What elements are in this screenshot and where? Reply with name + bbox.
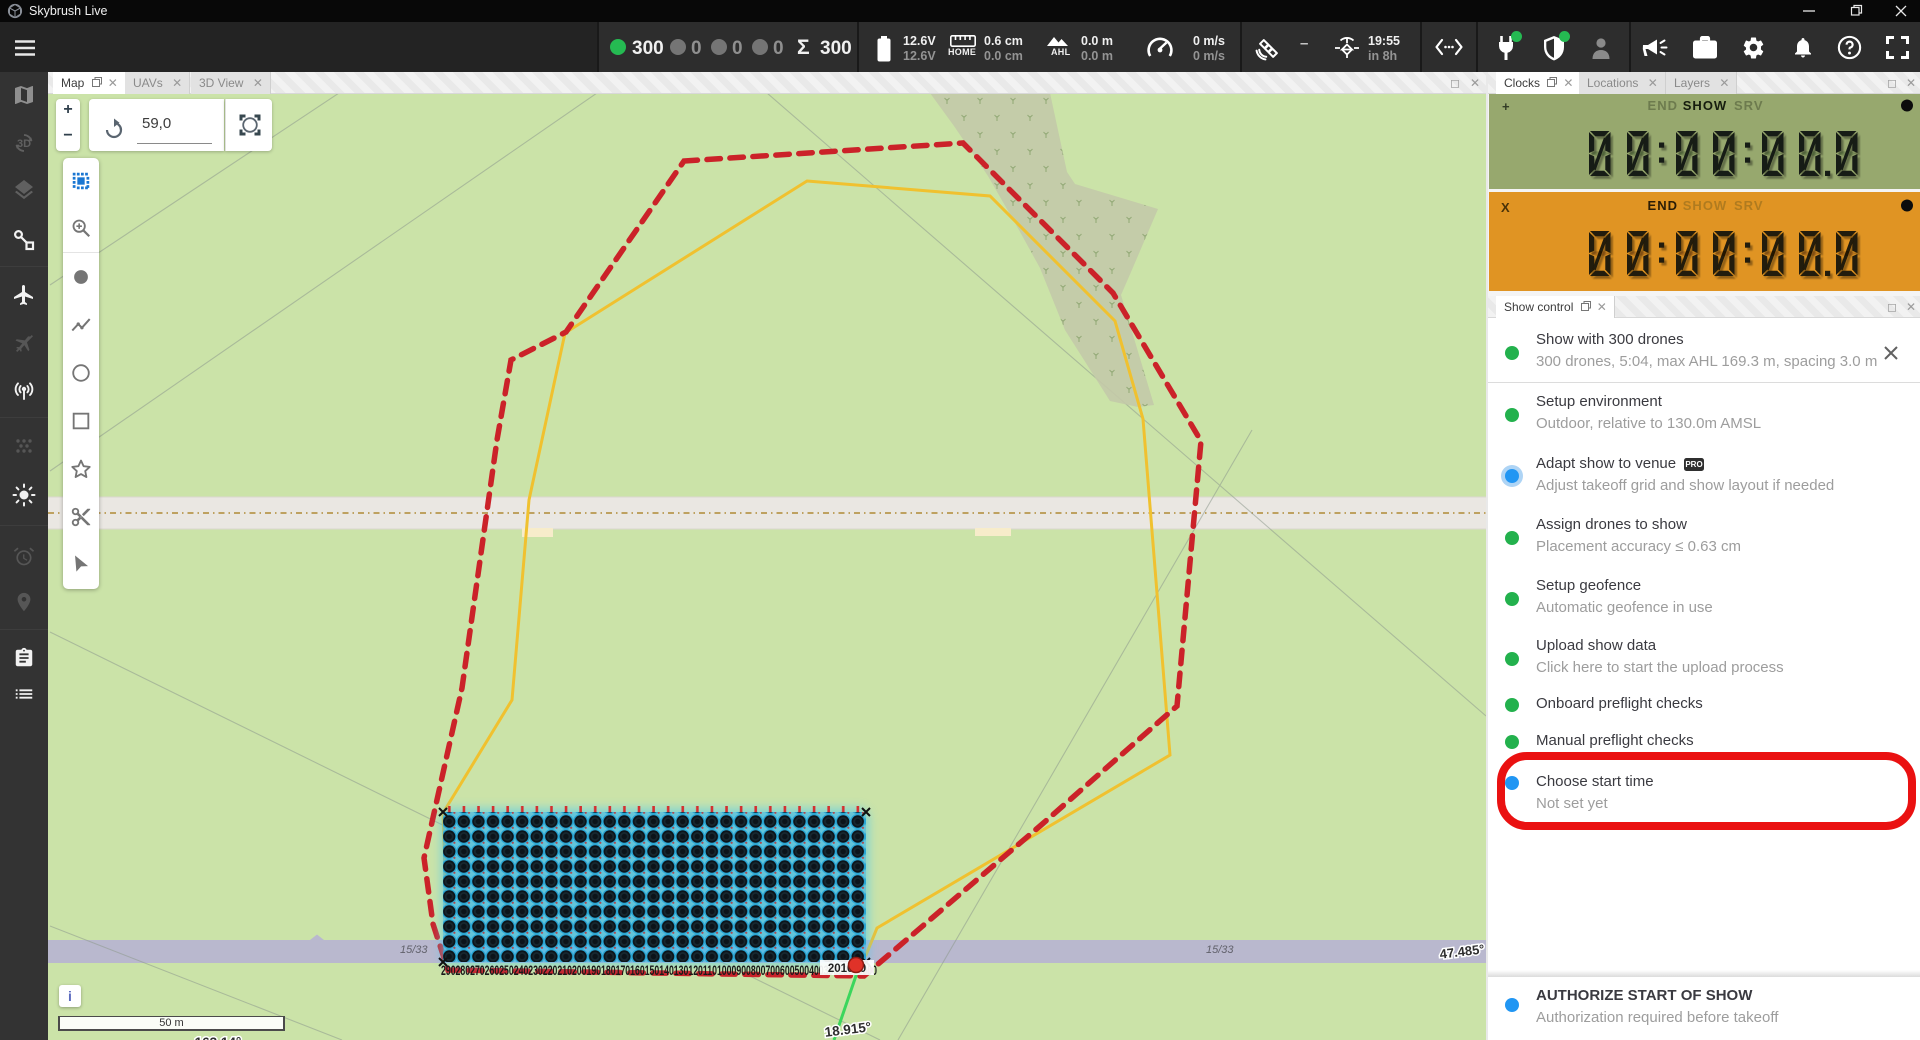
svg-text:SHOW: SHOW (1683, 98, 1727, 113)
svg-text:163.14°: 163.14° (195, 1035, 242, 1040)
svg-text:SRV: SRV (1734, 198, 1764, 213)
svg-text:END: END (1648, 198, 1678, 213)
svg-text:SRV: SRV (1734, 98, 1764, 113)
svg-text:15/33: 15/33 (400, 944, 428, 956)
svg-text:END: END (1648, 98, 1678, 113)
svg-text:15/33: 15/33 (1206, 944, 1234, 956)
svg-text:290280270260250240230220210200: 2902802702602502402302202102001901801701… (441, 963, 877, 978)
svg-text:SHOW: SHOW (1683, 198, 1727, 213)
svg-text:+: + (1502, 99, 1511, 114)
svg-text:X: X (1501, 200, 1511, 215)
